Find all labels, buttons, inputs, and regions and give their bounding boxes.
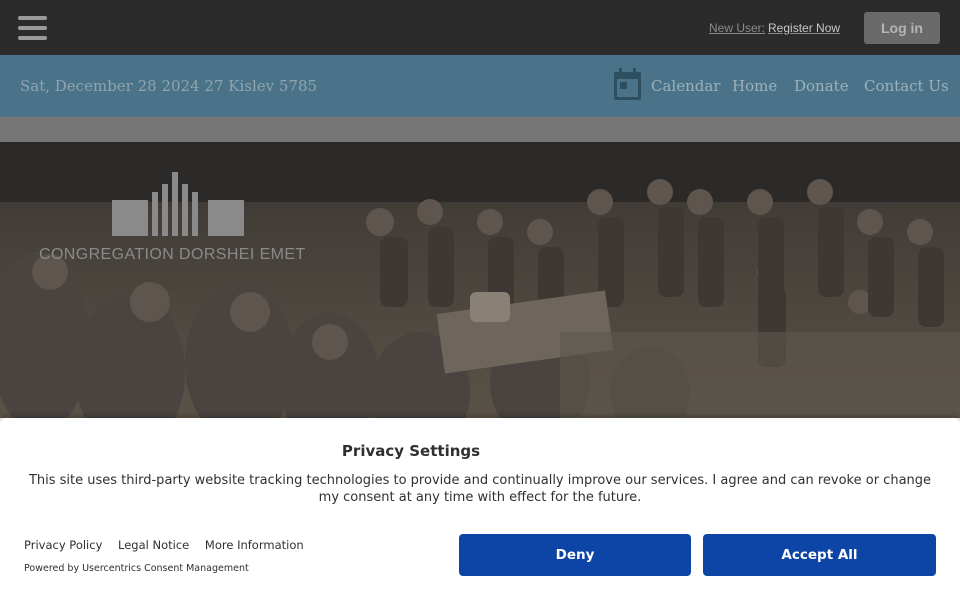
- legal-notice-link[interactable]: Legal Notice: [118, 538, 189, 552]
- nav-link-home[interactable]: Home: [732, 77, 777, 95]
- login-button[interactable]: Log in: [864, 12, 940, 44]
- deny-button[interactable]: Deny: [459, 534, 691, 576]
- accept-all-button[interactable]: Accept All: [703, 534, 936, 576]
- new-user-register[interactable]: New User: Register Now: [709, 21, 840, 35]
- register-now-link[interactable]: Register Now: [768, 21, 840, 35]
- privacy-consent-text: This site uses third-party website track…: [28, 473, 932, 505]
- privacy-consent-panel: Privacy Settings This site uses third-pa…: [0, 418, 960, 600]
- calendar-icon[interactable]: [614, 68, 641, 100]
- grey-divider-strip: [0, 117, 960, 142]
- new-user-label: New User:: [709, 21, 766, 35]
- date-display: Sat, December 28 2024 27 Kislev 5785: [20, 77, 318, 95]
- nav-bar: Sat, December 28 2024 27 Kislev 5785 Cal…: [0, 55, 960, 117]
- top-bar: New User: Register Now Log in: [0, 0, 960, 55]
- privacy-settings-title: Privacy Settings: [341, 442, 481, 460]
- hero-banner: CONGREGATION DORSHEI EMET: [0, 142, 960, 418]
- logo-text: CONGREGATION DORSHEI EMET: [39, 246, 306, 263]
- powered-by-text: Powered by Usercentrics Consent Manageme…: [24, 563, 249, 574]
- nav-link-donate[interactable]: Donate: [794, 77, 849, 95]
- more-information-link[interactable]: More Information: [205, 538, 304, 552]
- nav-link-contact-us[interactable]: Contact Us: [864, 77, 949, 95]
- privacy-policy-link[interactable]: Privacy Policy: [24, 538, 102, 552]
- congregation-logo-mark: [112, 172, 244, 236]
- nav-link-calendar[interactable]: Calendar: [651, 77, 720, 95]
- hamburger-menu-icon[interactable]: [18, 16, 47, 40]
- consent-links: Privacy Policy Legal Notice More Informa…: [24, 538, 316, 552]
